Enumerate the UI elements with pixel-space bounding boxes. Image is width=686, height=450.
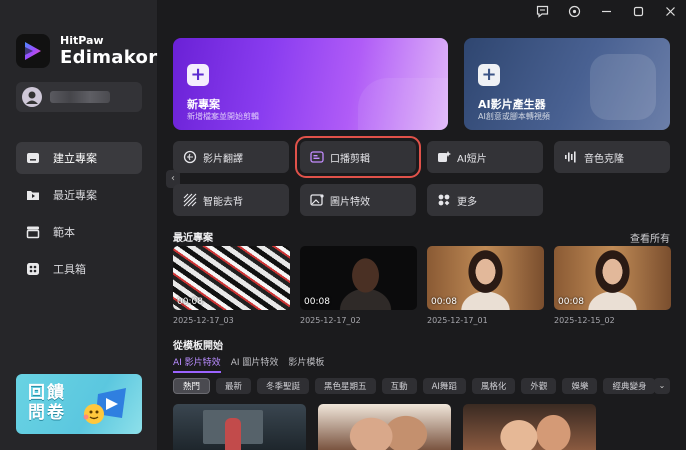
- chip-entertainment[interactable]: 娛樂: [562, 378, 598, 394]
- project-date: 2025-12-15_02: [554, 316, 615, 325]
- template-card[interactable]: [318, 404, 451, 450]
- recent-folder-icon: [26, 188, 40, 202]
- chevron-down-icon: ⌄: [658, 381, 666, 390]
- account-panel[interactable]: [16, 82, 142, 112]
- template-card[interactable]: [173, 404, 306, 450]
- create-project-icon: [26, 151, 40, 165]
- tool-grid: 影片翻譯 口播剪輯 AI短片 音色克隆 智能去背 圖片特效 更多: [173, 136, 670, 216]
- talking-edit-icon: [310, 150, 324, 164]
- project-date: 2025-12-17_02: [300, 316, 361, 325]
- duration-label: 00:08: [558, 297, 584, 307]
- more-grid-icon: [437, 193, 451, 207]
- sidebar-item-toolbox[interactable]: 工具箱: [16, 253, 142, 285]
- project-date: 2025-12-17_01: [427, 316, 488, 325]
- template-card[interactable]: [463, 404, 596, 450]
- project-thumbnail[interactable]: 00:08: [173, 246, 290, 310]
- ai-short-icon: [437, 150, 451, 164]
- voice-clone-icon: [564, 150, 578, 164]
- edimakor-logo-icon: [16, 34, 50, 68]
- chip-latest[interactable]: 最新: [216, 378, 252, 394]
- sidebar-item-create-project[interactable]: 建立專案: [16, 142, 142, 174]
- promo-text: 回饋 問卷: [28, 383, 66, 423]
- brand-bottom: Edimakor: [60, 47, 158, 68]
- sidebar-item-label: 建立專案: [53, 152, 97, 165]
- sidebar-nav: 建立專案 最近專案 範本 工具箱: [16, 142, 142, 290]
- templates-title: 從模板開始: [173, 341, 223, 352]
- project-thumbnail[interactable]: 00:08: [300, 246, 417, 310]
- sidebar-item-recent[interactable]: 最近專案: [16, 179, 142, 211]
- project-date: 2025-12-17_03: [173, 316, 234, 325]
- tool-ai-short[interactable]: AI短片: [427, 141, 543, 173]
- hero-decoration: [358, 78, 448, 130]
- duration-label: 00:08: [431, 297, 457, 307]
- recent-project-card[interactable]: 00:08 2025-12-17_03: [173, 246, 290, 325]
- brand-top: HitPaw: [60, 34, 104, 47]
- template-category-chips: 熱門 最新 冬季聖誕 黑色星期五 互動 AI舞蹈 風格化 外觀 娛樂 經典變身: [173, 378, 661, 394]
- sidebar: HitPaw Edimakor 建立專案 最近專案 範本 工具箱 回饋 問卷: [0, 0, 158, 450]
- app-logo: HitPaw Edimakor: [16, 34, 157, 68]
- template-tabs: AI 影片特效 AI 圖片特效 影片模板: [173, 355, 334, 373]
- account-name-blurred: [50, 91, 110, 103]
- image-effect-icon: [310, 193, 324, 207]
- feedback-survey-banner[interactable]: 回饋 問卷: [16, 374, 142, 434]
- tab-ai-image-effects[interactable]: AI 圖片特效: [231, 355, 279, 373]
- main-content: + 新專案 新增檔案並開始剪輯 + AI影片產生器 AI創意或腳本轉視頻 ‹ 影…: [158, 0, 686, 450]
- plus-icon: +: [478, 64, 500, 86]
- chip-ai-dance[interactable]: AI舞蹈: [422, 378, 466, 394]
- chip-interaction[interactable]: 互動: [381, 378, 417, 394]
- template-thumbnails: [173, 404, 608, 450]
- duration-label: 00:08: [177, 297, 203, 307]
- chip-classic-transform[interactable]: 經典變身: [603, 378, 656, 394]
- ai-video-generator-card[interactable]: + AI影片產生器 AI創意或腳本轉視頻: [464, 38, 670, 130]
- survey-emoji-icon: [80, 384, 132, 429]
- recent-projects-title: 最近專案: [173, 233, 213, 244]
- tool-image-effect[interactable]: 圖片特效: [300, 184, 416, 216]
- tool-video-translate[interactable]: 影片翻譯: [173, 141, 289, 173]
- chip-popular[interactable]: 熱門: [173, 378, 211, 394]
- project-thumbnail[interactable]: 00:08: [427, 246, 544, 310]
- sidebar-item-label: 範本: [53, 226, 75, 239]
- recent-project-card[interactable]: 00:08 2025-12-17_02: [300, 246, 417, 325]
- tool-talking-edit[interactable]: 口播剪輯: [295, 136, 421, 178]
- tool-remove-background[interactable]: 智能去背: [173, 184, 289, 216]
- remove-bg-icon: [183, 193, 197, 207]
- new-project-title: 新專案: [187, 98, 220, 111]
- tool-voice-clone[interactable]: 音色克隆: [554, 141, 670, 173]
- hero-decoration: [590, 54, 656, 120]
- template-icon: [26, 225, 40, 239]
- ai-video-subtitle: AI創意或腳本轉視頻: [478, 112, 550, 121]
- chip-black-friday[interactable]: 黑色星期五: [315, 378, 376, 394]
- tab-video-templates[interactable]: 影片模板: [288, 355, 324, 373]
- duration-label: 00:08: [304, 297, 330, 307]
- new-project-card[interactable]: + 新專案 新增檔案並開始剪輯: [173, 38, 448, 130]
- view-all-link[interactable]: 查看所有: [630, 230, 670, 245]
- sidebar-item-label: 工具箱: [53, 263, 86, 276]
- avatar[interactable]: [22, 87, 42, 107]
- recent-project-card[interactable]: 00:08 2025-12-15_02: [554, 246, 671, 325]
- chips-expand-button[interactable]: ⌄: [654, 378, 670, 394]
- ai-video-title: AI影片產生器: [478, 98, 546, 111]
- toolbox-icon: [26, 262, 40, 276]
- chip-winter-christmas[interactable]: 冬季聖誕: [257, 378, 310, 394]
- plus-icon: +: [187, 64, 209, 86]
- project-thumbnail[interactable]: 00:08: [554, 246, 671, 310]
- chip-stylize[interactable]: 風格化: [471, 378, 516, 394]
- chip-appearance[interactable]: 外觀: [521, 378, 557, 394]
- sidebar-item-templates[interactable]: 範本: [16, 216, 142, 248]
- recent-project-card[interactable]: 00:08 2025-12-17_01: [427, 246, 544, 325]
- recent-projects-list: 00:08 2025-12-17_03 00:08 2025-12-17_02 …: [173, 246, 681, 325]
- translate-icon: [183, 150, 197, 164]
- tool-more[interactable]: 更多: [427, 184, 543, 216]
- new-project-subtitle: 新增檔案並開始剪輯: [187, 112, 259, 121]
- tab-ai-video-effects[interactable]: AI 影片特效: [173, 355, 221, 373]
- sidebar-item-label: 最近專案: [53, 189, 97, 202]
